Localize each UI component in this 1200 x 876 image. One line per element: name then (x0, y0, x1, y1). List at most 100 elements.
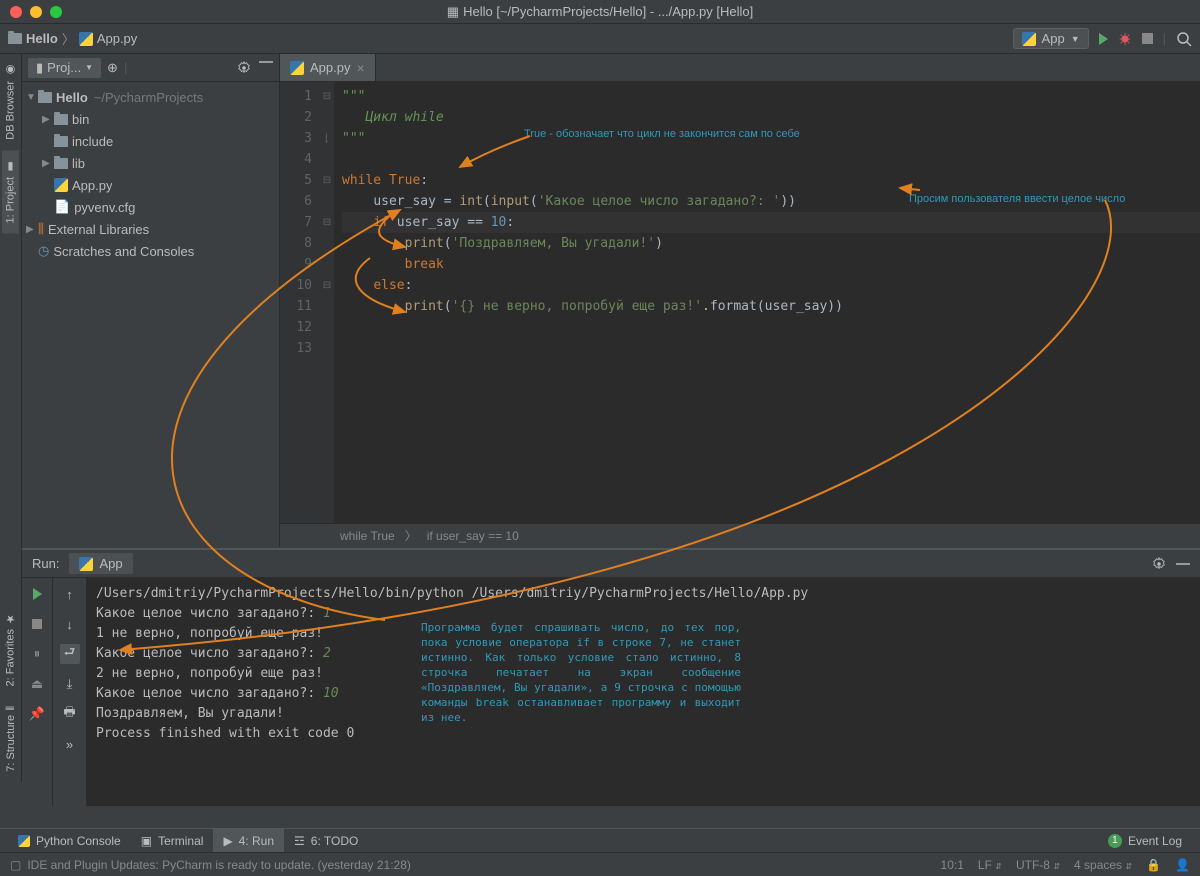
todo-tab[interactable]: ☲6: TODO (284, 829, 368, 852)
tree-row-scratches[interactable]: ◷ Scratches and Consoles (22, 240, 279, 262)
lock-icon[interactable]: 🔒 (1146, 858, 1161, 872)
cursor-position[interactable]: 10:1 (941, 858, 964, 872)
project-view-selector[interactable]: ▮ Proj... ▼ (28, 58, 101, 78)
chevron-right-icon: 〉 (62, 29, 75, 48)
run-settings-button[interactable] (1152, 557, 1166, 571)
run-header: Run: App (22, 550, 1200, 578)
debug-button[interactable] (1118, 32, 1132, 46)
annotation-text: Программа будет спрашивать число, до тех… (421, 620, 741, 725)
project-panel-header: ▮ Proj... ▼ ⊕ | (22, 54, 279, 82)
folder-icon (54, 158, 68, 169)
close-window-button[interactable] (10, 6, 22, 18)
pycharm-icon: ▦ (447, 4, 459, 20)
event-badge: 1 (1108, 834, 1122, 848)
run-config-selector[interactable]: App ▼ (1013, 28, 1089, 49)
pin-button[interactable]: 📌 (27, 704, 47, 724)
tree-row-root[interactable]: ▼ Hello ~/PycharmProjects (22, 86, 279, 108)
crumb-item[interactable]: while True (340, 529, 395, 543)
indent-info[interactable]: 4 spaces ⇵ (1074, 858, 1132, 872)
tree-row-lib[interactable]: ▶ lib (22, 152, 279, 174)
breadcrumb-project[interactable]: Hello (8, 31, 58, 46)
up-button[interactable]: ↑ (60, 584, 80, 604)
terminal-icon: ▣ (141, 834, 152, 848)
target-icon[interactable]: ⊕ (107, 60, 118, 76)
favorites-tab[interactable]: 2: Favorites ★ (2, 602, 19, 696)
more-button[interactable]: » (60, 734, 80, 754)
hide-run-button[interactable] (1176, 563, 1190, 565)
code-editor[interactable]: 12345678910111213 ⊟⌊ ⊟⊟ ⊟ """ Цикл while… (280, 82, 1200, 523)
folder-icon: ▮ (36, 60, 43, 76)
structure-tab[interactable]: 7: Structure ⦀ (3, 696, 19, 782)
run-button[interactable] (1099, 33, 1108, 45)
main-area: ▮ Proj... ▼ ⊕ | ▼ Hello ~/PycharmProject… (22, 54, 1200, 547)
run-toolbar-secondary: ↑ ↓ ⮐ ⤓ 🖶 » (52, 578, 86, 806)
star-icon: ★ (4, 612, 17, 625)
db-icon: ◉ (4, 64, 17, 77)
status-bar: ▢ IDE and Plugin Updates: PyCharm is rea… (0, 852, 1200, 876)
encoding[interactable]: UTF-8 ⇵ (1016, 858, 1060, 872)
close-tab-button[interactable]: × (356, 60, 364, 76)
code-content[interactable]: """ Цикл while """ while True: user_say … (334, 82, 1200, 523)
print-button[interactable]: 🖶 (60, 704, 80, 724)
breadcrumb-file[interactable]: App.py (79, 31, 137, 46)
tree-row-include[interactable]: include (22, 130, 279, 152)
hector-icon[interactable]: 👤 (1175, 858, 1190, 872)
expand-icon[interactable]: ▶ (42, 158, 54, 169)
python-icon (79, 32, 93, 46)
minimize-window-button[interactable] (30, 6, 42, 18)
maximize-window-button[interactable] (50, 6, 62, 18)
line-number-gutter: 12345678910111213 (280, 82, 320, 523)
down-button[interactable]: ↓ (60, 614, 80, 634)
folder-icon (8, 33, 22, 44)
titlebar: ▦ Hello [~/PycharmProjects/Hello] - .../… (0, 0, 1200, 24)
expand-icon[interactable]: ▶ (42, 114, 54, 125)
line-separator[interactable]: LF ⇵ (978, 858, 1002, 872)
scroll-button[interactable]: ⤓ (60, 674, 80, 694)
console-output[interactable]: /Users/dmitriy/PycharmProjects/Hello/bin… (86, 578, 1200, 806)
editor-tabs: App.py × (280, 54, 1200, 82)
stop-button[interactable] (1142, 33, 1153, 44)
python-console-tab[interactable]: Python Console (8, 829, 131, 852)
hide-panel-button[interactable] (259, 61, 273, 63)
fold-gutter: ⊟⌊ ⊟⊟ ⊟ (320, 82, 334, 523)
settings-button[interactable] (237, 61, 251, 75)
pause-button[interactable]: ⏸ (27, 644, 47, 664)
tree-row-bin[interactable]: ▶ bin (22, 108, 279, 130)
bottom-tool-tabs: Python Console ▣Terminal ▶4: Run ☲6: TOD… (0, 828, 1200, 852)
db-browser-tab[interactable]: DB Browser ◉ (2, 54, 19, 150)
run-title-label: Run: (32, 556, 59, 571)
python-icon (18, 835, 30, 847)
python-icon (1022, 32, 1036, 46)
left-tool-gutter: DB Browser ◉ 1: Project ▮ 2: Favorites ★… (0, 54, 22, 782)
status-message: IDE and Plugin Updates: PyCharm is ready… (27, 858, 411, 872)
folder-icon (38, 92, 52, 103)
expand-icon[interactable]: ▼ (26, 92, 38, 103)
exit-button[interactable]: ⏏ (27, 674, 47, 694)
run-tab[interactable]: ▶4: Run (213, 829, 284, 852)
tree-row-app[interactable]: App.py (22, 174, 279, 196)
file-icon: 📄 (54, 199, 70, 215)
tree-row-external[interactable]: ▶ ⫼ External Libraries (22, 218, 279, 240)
python-icon (54, 178, 68, 192)
rerun-button[interactable] (27, 584, 47, 604)
project-tree[interactable]: ▼ Hello ~/PycharmProjects ▶ bin include … (22, 82, 279, 266)
terminal-tab[interactable]: ▣Terminal (131, 829, 214, 852)
crumb-item[interactable]: if user_say == 10 (427, 529, 519, 543)
run-toolbar-primary: ⏸ ⏏ 📌 (22, 578, 52, 806)
event-log-tab[interactable]: 1 Event Log (1098, 834, 1192, 848)
navigation-bar: Hello 〉 App.py App ▼ | (0, 24, 1200, 54)
python-icon (290, 61, 304, 75)
project-panel: ▮ Proj... ▼ ⊕ | ▼ Hello ~/PycharmProject… (22, 54, 280, 547)
editor-tab-app[interactable]: App.py × (280, 54, 376, 81)
stop-button[interactable] (27, 614, 47, 634)
tree-row-pyvenv[interactable]: 📄 pyvenv.cfg (22, 196, 279, 218)
chevron-down-icon: ▼ (85, 63, 93, 72)
search-button[interactable] (1176, 31, 1192, 47)
wrap-button[interactable]: ⮐ (60, 644, 80, 664)
project-tool-tab[interactable]: 1: Project ▮ (2, 150, 19, 233)
run-process-tab[interactable]: App (69, 553, 132, 574)
python-icon (79, 557, 93, 571)
folder-icon (54, 136, 68, 147)
status-icon[interactable]: ▢ (10, 858, 21, 872)
expand-icon[interactable]: ▶ (26, 224, 38, 235)
